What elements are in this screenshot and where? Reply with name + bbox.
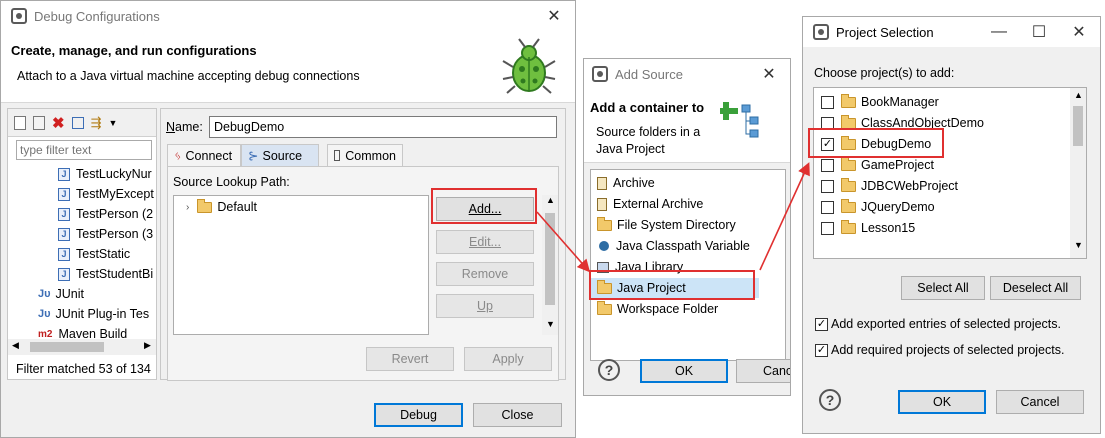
arrow-java-project-to-debugdemo <box>759 162 810 271</box>
annotation-arrows <box>536 162 810 273</box>
arrow-add-to-java-project <box>536 211 591 273</box>
